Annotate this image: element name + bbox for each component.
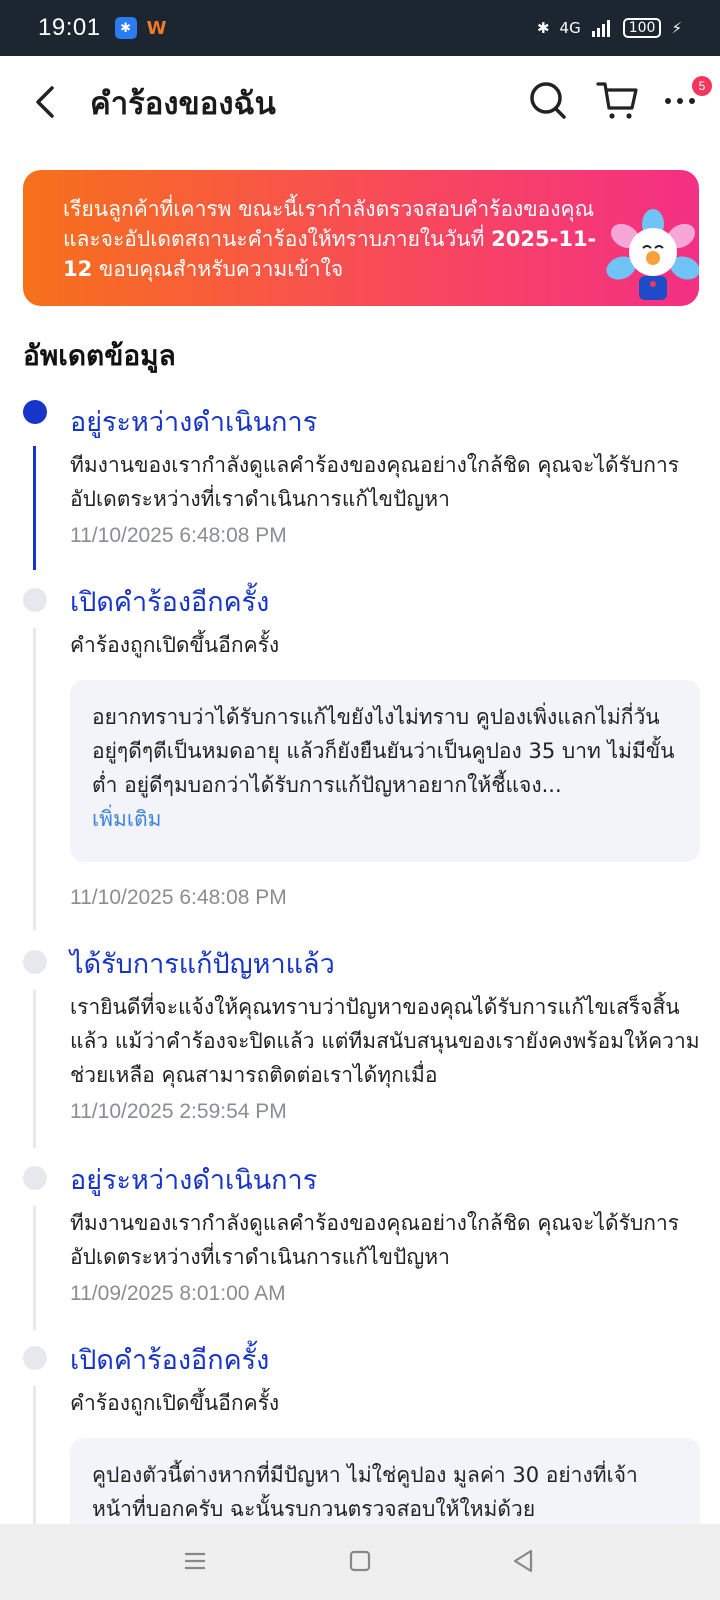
cart-icon[interactable] [596,78,640,122]
battery-icon: 100 [622,18,662,38]
timeline-dot [23,588,47,612]
system-nav-bar [0,1524,720,1600]
search-icon[interactable] [528,78,568,122]
note-text: คูปองตัวนี้ต่างหากที่มีปัญหา ไม่ใช่คูปอง… [92,1463,638,1521]
timeline-line [33,990,36,1148]
customer-note: อยากทราบว่าได้รับการแก้ไขยังไงไม่ทราบ คู… [70,680,700,862]
timeline-title: อยู่ระหว่างดำเนินการ [70,407,318,438]
see-more-link[interactable]: เพิ่มเติม [92,802,680,836]
notification-badge: 5 [692,76,712,96]
timeline-description: ทีมงานของเรากำลังดูแลคำร้องของคุณอย่างใก… [70,453,680,511]
charging-icon: ⚡ [671,19,682,37]
note-text: อยากทราบว่าได้รับการแก้ไขยังไงไม่ทราบ คู… [92,705,675,797]
timeline-title: ได้รับการแก้ปัญหาแล้ว [70,949,335,980]
status-bar: 19:01 ✱ W ✱ 4G 100 ⚡ [0,0,720,56]
timeline-dot [23,1166,47,1190]
menu-icon[interactable] [182,1548,208,1574]
signal-icon [591,20,610,37]
status-banner: เรียนลูกค้าที่เคารพ ขณะนี้เรากำลังตรวจสอ… [23,170,699,306]
timeline-dot-active [23,400,47,424]
timeline-timestamp: 11/09/2025 8:01:00 AM [70,1282,286,1305]
timeline-line [33,1386,36,1526]
banner-text-end: ขอบคุณสำหรับความเข้าใจ [92,257,344,281]
timeline-line-active [33,446,36,570]
timeline-description: เรายินดีที่จะแจ้งให้คุณทราบว่าปัญหาของคุ… [70,995,700,1087]
shop-notification-icon: W [146,17,167,39]
header: คำร้องของฉัน 5 [0,56,720,146]
section-title: อัพเดตข้อมูล [23,339,176,372]
timeline-description: คำร้องถูกเปิดขึ้นอีกครั้ง [70,1391,280,1415]
timeline-line [33,628,36,930]
bluetooth-icon: ✱ [536,19,550,37]
timeline-description: คำร้องถูกเปิดขึ้นอีกครั้ง [70,633,280,657]
network-label: 4G [559,19,581,37]
back-arrow-icon[interactable] [28,82,64,122]
page-title: คำร้องของฉัน [90,86,276,122]
home-icon[interactable] [347,1548,373,1574]
timeline-timestamp: 11/10/2025 2:59:54 PM [70,1100,287,1123]
app-notification-icon: ✱ [114,17,137,39]
timeline-dot [23,1346,47,1370]
timeline-timestamp: 11/10/2025 6:48:08 PM [70,886,287,909]
timeline-dot [23,950,47,974]
timeline-title: อยู่ระหว่างดำเนินการ [70,1165,318,1196]
banner-text: เรียนลูกค้าที่เคารพ ขณะนี้เรากำลังตรวจสอ… [63,194,603,284]
mascot-icon [606,209,699,300]
status-time: 19:01 [38,14,101,41]
timeline-title: เปิดคำร้องอีกครั้ง [70,1345,270,1376]
timeline-line [33,1206,36,1330]
timeline-title: เปิดคำร้องอีกครั้ง [70,587,270,618]
timeline-timestamp: 11/10/2025 6:48:08 PM [70,524,287,547]
status-right: ✱ 4G 100 ⚡ [537,18,682,38]
back-triangle-icon[interactable] [510,1548,536,1574]
timeline-description: ทีมงานของเรากำลังดูแลคำร้องของคุณอย่างใก… [70,1211,680,1269]
